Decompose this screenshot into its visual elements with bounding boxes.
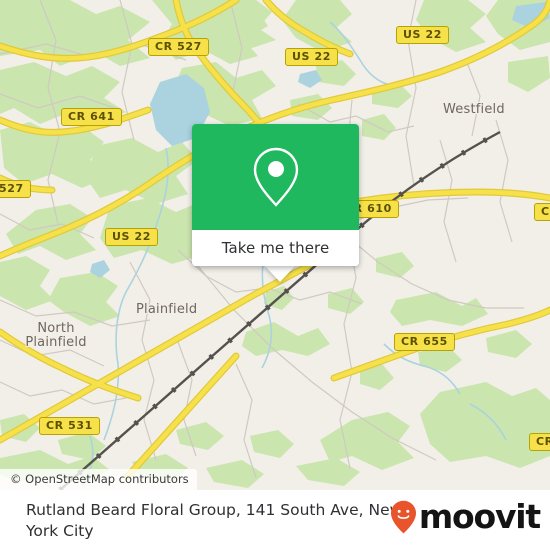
location-title: Rutland Beard Floral Group, 141 South Av… — [26, 501, 403, 540]
map-pin-icon — [253, 147, 298, 207]
route-shield-us-22-mid[interactable]: US 22 — [105, 228, 158, 246]
moovit-wordmark: moovit — [418, 497, 541, 536]
route-shield-us-22-topright[interactable]: US 22 — [396, 26, 449, 44]
take-me-there-label: Take me there — [221, 239, 330, 257]
moovit-map-screenshot: Westfield Plainfield North Plainfield CR… — [0, 0, 550, 550]
route-shield-cr-641[interactable]: CR 641 — [61, 108, 122, 126]
route-shield-us-22-top[interactable]: US 22 — [285, 48, 338, 66]
popup-pin-area — [192, 124, 359, 230]
route-shield-cr-527[interactable]: CR 527 — [148, 38, 209, 56]
popup-tail — [264, 265, 296, 282]
map-attribution[interactable]: © OpenStreetMap contributors — [0, 469, 197, 490]
moovit-smiley-pin-icon — [390, 500, 416, 534]
route-shield-cr-531[interactable]: CR 531 — [39, 417, 100, 435]
moovit-brand[interactable]: moovit — [390, 497, 541, 536]
route-shield-527-left[interactable]: 527 — [0, 180, 31, 198]
take-me-there-button[interactable]: Take me there — [192, 230, 359, 266]
route-shield-cr-655[interactable]: CR 655 — [394, 333, 455, 351]
route-shield-cr-bottom-right[interactable]: CR — [529, 433, 550, 451]
destination-popup-card[interactable]: Take me there — [192, 124, 359, 266]
route-shield-cr-right-edge[interactable]: CR — [534, 203, 550, 221]
